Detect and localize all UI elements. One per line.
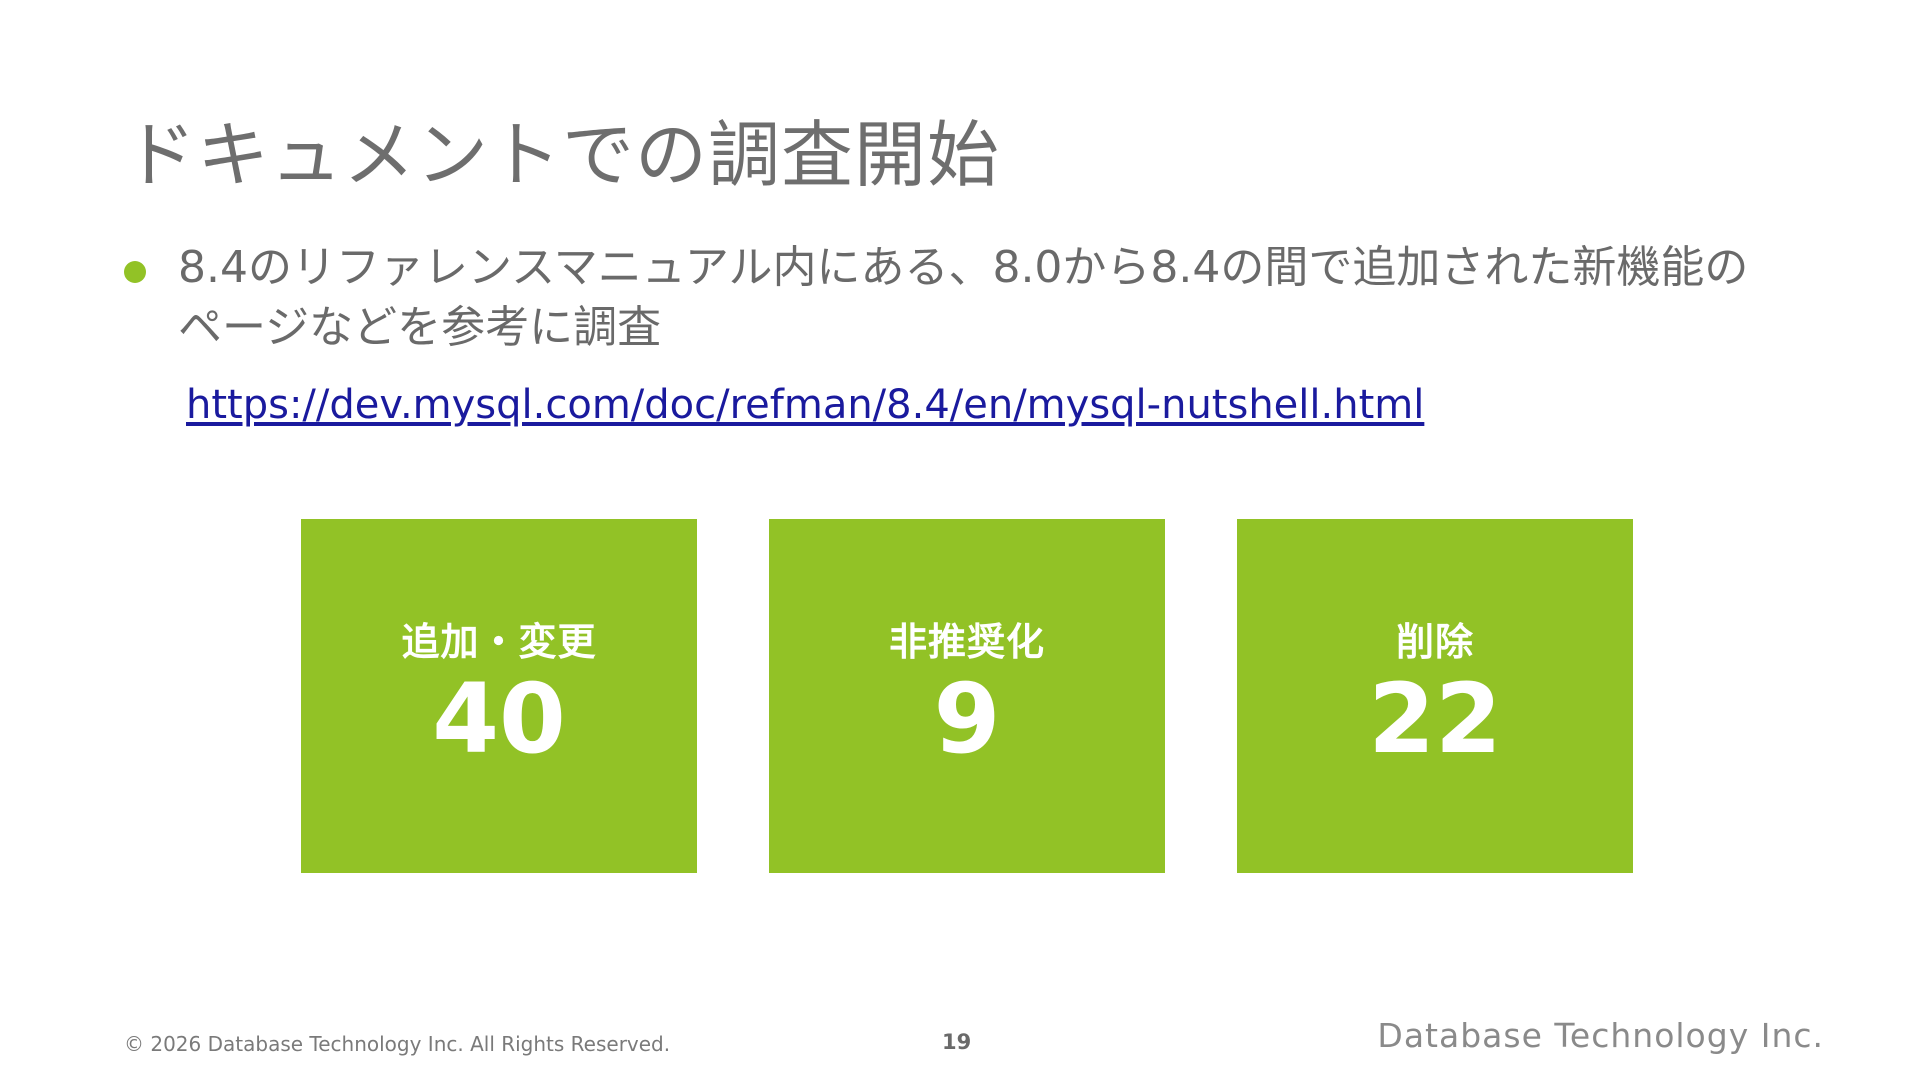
bullet-dot-icon	[124, 261, 146, 283]
stat-card-value: 22	[1368, 663, 1502, 775]
bullet-item: 8.4のリファレンスマニュアル内にある、8.0から8.4の間で追加された新機能の…	[124, 238, 1804, 358]
stat-card-label: 削除	[1395, 620, 1474, 664]
page-number: 19	[942, 1030, 972, 1054]
footer-copyright: © 2026 Database Technology Inc. All Righ…	[124, 1032, 671, 1056]
stat-card-added-changed: 追加・変更 40	[301, 519, 697, 873]
company-logo: Database Technology Inc.	[1377, 1016, 1824, 1055]
stat-card-value: 9	[933, 663, 1001, 775]
reference-link[interactable]: https://dev.mysql.com/doc/refman/8.4/en/…	[186, 382, 1424, 428]
stat-card-label: 追加・変更	[401, 620, 597, 664]
slide-title: ドキュメントでの調査開始	[124, 113, 1001, 197]
stat-card-label: 非推奨化	[888, 620, 1045, 664]
stat-card-deprecated: 非推奨化 9	[769, 519, 1165, 873]
stat-card-removed: 削除 22	[1237, 519, 1633, 873]
bullet-text: 8.4のリファレンスマニュアル内にある、8.0から8.4の間で追加された新機能の…	[178, 242, 1749, 353]
stat-card-value: 40	[432, 663, 566, 775]
